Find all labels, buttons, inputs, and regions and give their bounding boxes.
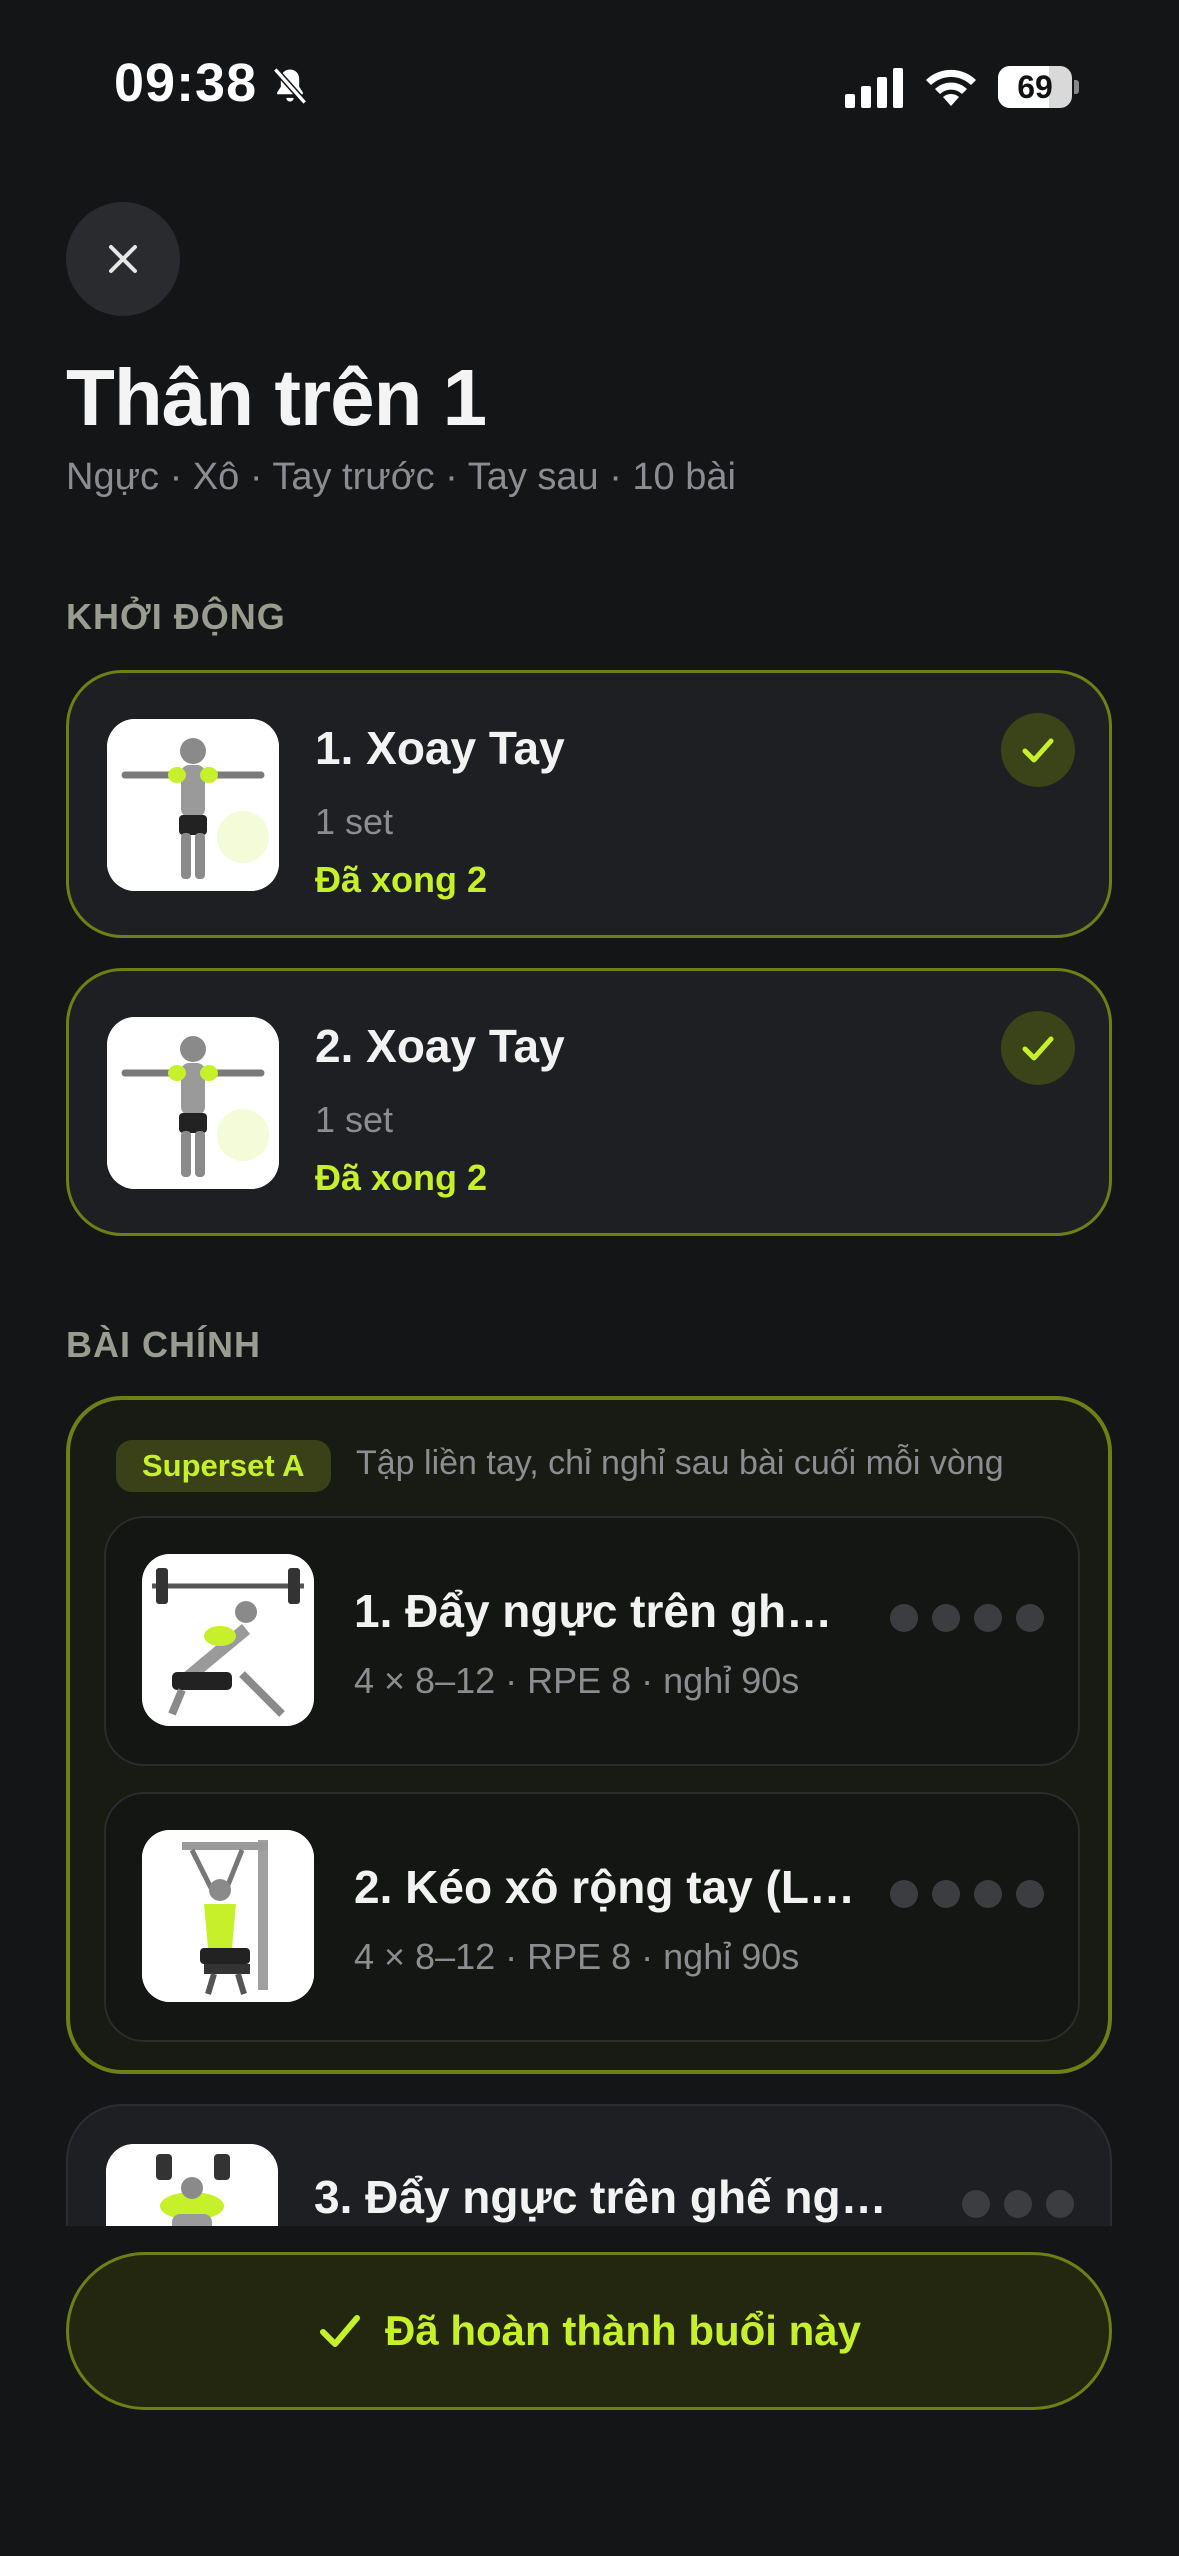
set-progress-dots [890,1604,1044,1632]
superset-badge: Superset A [116,1440,331,1492]
page-title: Thân trên 1 [66,353,487,442]
check-icon [1022,738,1054,763]
close-button[interactable] [66,202,180,316]
set-dot [974,1880,1002,1908]
exercise-status: Đã xong 2 [315,1157,488,1198]
exercise-name: 3. Đẩy ngực trên ghế nghiê… [314,2171,914,2223]
completed-check-badge [1001,1011,1075,1085]
status-bar: 09:38 69 [0,0,1179,170]
exercise-thumbnail [107,719,279,891]
exercise-thumbnail [142,1830,314,2002]
exercise-name: 2. Kéo xô rộng tay (La… [354,1861,864,1913]
wifi-icon [926,69,976,106]
complete-session-button[interactable]: Đã hoàn thành buổi này [66,2252,1112,2410]
section-label-main: BÀI CHÍNH [66,1324,261,1365]
set-dot [932,1880,960,1908]
superset-exercise-card-1[interactable]: 1. Đẩy ngực trên ghế… 4 × 8–12 · RPE 8 ·… [104,1516,1080,1766]
battery-percent: 69 [1017,69,1053,105]
exercise-name: 2. Xoay Tay [315,1020,565,1072]
warmup-card-2[interactable]: 2. Xoay Tay 1 set Đã xong 2 [66,968,1112,1236]
status-time: 09:38 [114,53,258,113]
set-dot [890,1880,918,1908]
section-label-warmup: KHỞI ĐỘNG [66,596,286,637]
set-dot [1004,2190,1032,2218]
exercise-meta: 4 × 8–12 · RPE 8 · nghỉ 90s [354,1660,800,1701]
close-icon [109,245,137,273]
set-dot [890,1604,918,1632]
completed-check-badge [1001,713,1075,787]
complete-session-label: Đã hoàn thành buổi này [384,2307,861,2354]
check-icon [1022,1036,1054,1061]
exercise-status: Đã xong 2 [315,859,488,900]
superset-note: Tập liền tay, chỉ nghỉ sau bài cuối mỗi … [356,1444,1004,1482]
warmup-card-1[interactable]: 1. Xoay Tay 1 set Đã xong 2 [66,670,1112,938]
battery-icon: 69 [998,66,1079,108]
set-dot [1016,1604,1044,1632]
signal-icon [845,68,903,108]
exercise-meta: 4 × 8–12 · RPE 8 · nghỉ 90s [354,1936,800,1977]
bell-slash-icon [273,67,307,105]
exercise-name: 1. Xoay Tay [315,722,565,774]
exercise-meta: 1 set [315,1099,394,1140]
set-dot [1046,2190,1074,2218]
exercise-meta: 1 set [315,801,394,842]
set-progress-dots [962,2190,1074,2218]
exercise-thumbnail [107,1017,279,1189]
check-icon [319,2315,360,2347]
set-dot [932,1604,960,1632]
superset-exercise-card-2[interactable]: 2. Kéo xô rộng tay (La… 4 × 8–12 · RPE 8… [104,1792,1080,2042]
set-dot [1016,1880,1044,1908]
exercise-thumbnail [142,1554,314,1726]
page-subtitle: Ngực · Xô · Tay trước · Tay sau · 10 bài [66,456,736,498]
set-dot [962,2190,990,2218]
superset-group: Superset A Tập liền tay, chỉ nghỉ sau bà… [66,1396,1112,2074]
set-progress-dots [890,1880,1044,1908]
set-dot [974,1604,1002,1632]
exercise-name: 1. Đẩy ngực trên ghế… [354,1585,844,1637]
